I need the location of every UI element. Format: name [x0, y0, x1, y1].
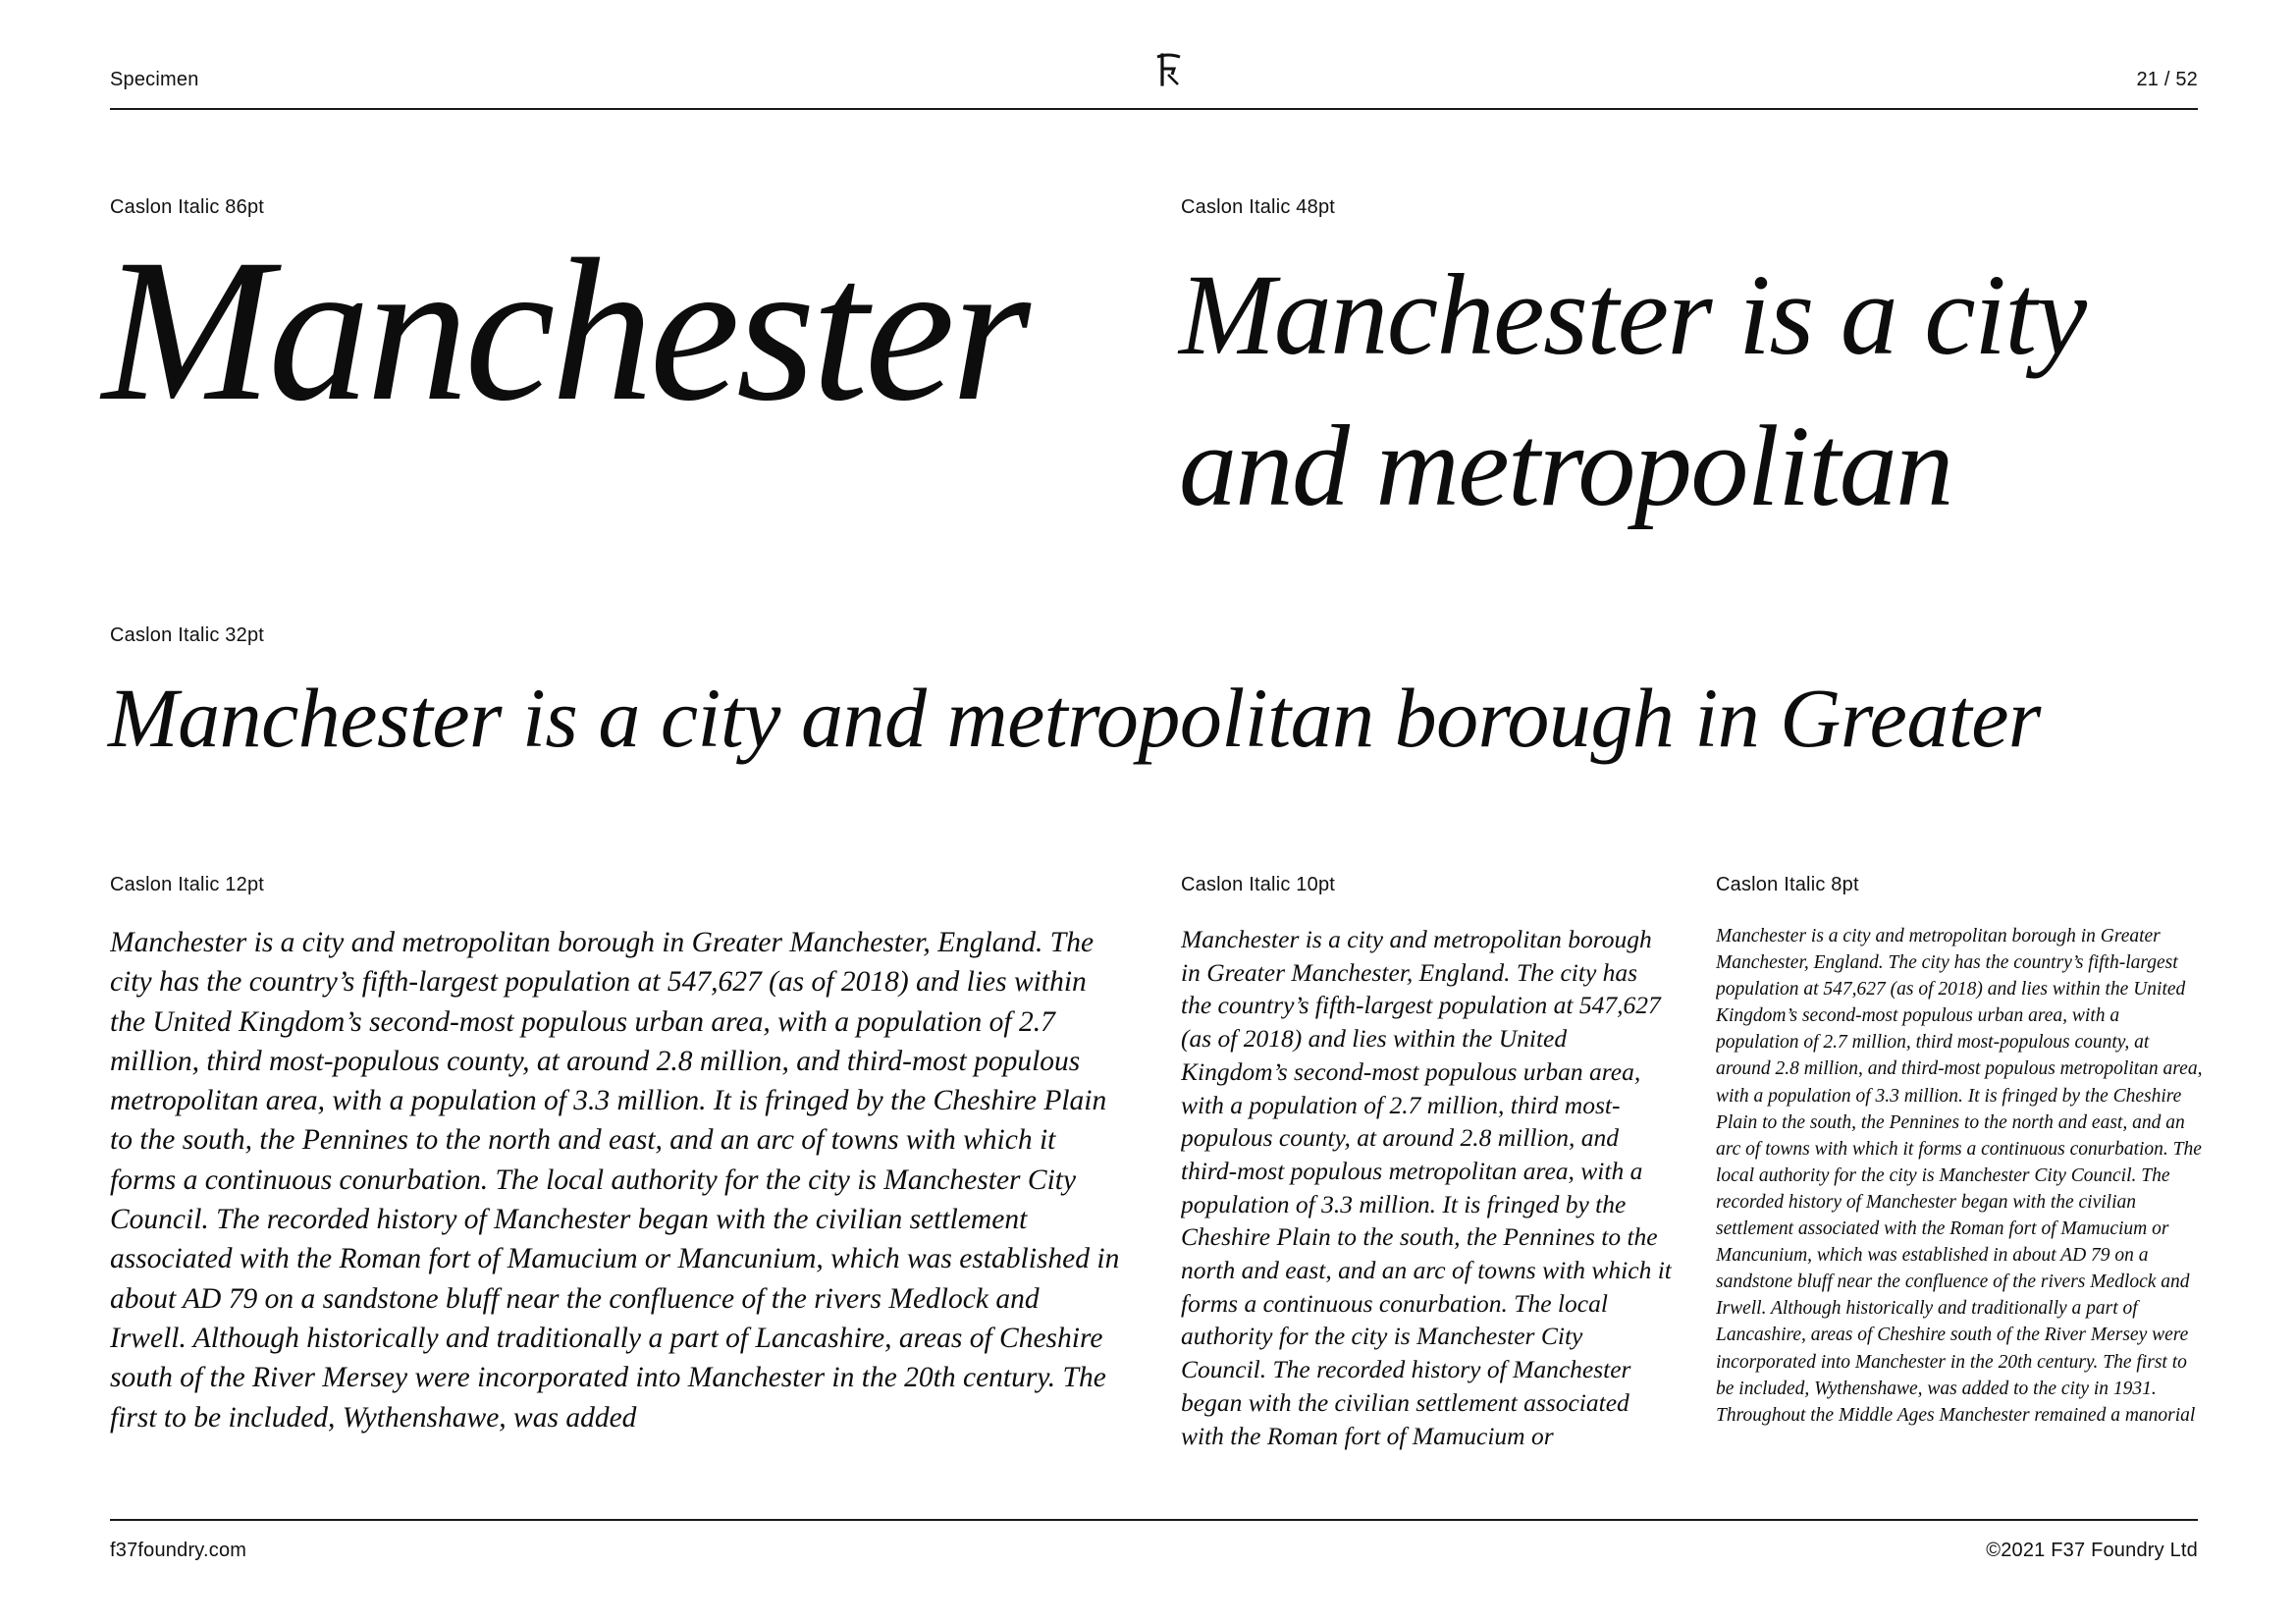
footer-copyright: ©2021 F37 Foundry Ltd	[1986, 1540, 2198, 1561]
specimen-sample-12pt: Manchester is a city and metropolitan bo…	[110, 927, 1120, 1434]
f37-logo-icon	[1148, 51, 1188, 90]
specimen-sample-32pt: Manchester is a city and metropolitan bo…	[108, 671, 2041, 765]
section-title: Specimen	[110, 69, 199, 90]
specimen-label-32pt: Caslon Italic 32pt	[110, 624, 265, 646]
footer-website: f37foundry.com	[110, 1540, 247, 1561]
page-indicator: 21 / 52	[2136, 69, 2198, 90]
specimen-label-12pt: Caslon Italic 12pt	[110, 874, 265, 895]
specimen-label-8pt: Caslon Italic 8pt	[1716, 874, 1859, 895]
specimen-sample-86pt: Manchester	[102, 217, 1031, 443]
specimen-sample-8pt: Manchester is a city and metropolitan bo…	[1716, 926, 2203, 1426]
specimen-page: Specimen 21 / 52 Caslon Italic 86pt Manc…	[0, 0, 2296, 1623]
specimen-label-86pt: Caslon Italic 86pt	[110, 196, 265, 218]
header-divider	[110, 108, 2198, 110]
specimen-label-48pt: Caslon Italic 48pt	[1181, 196, 1336, 218]
specimen-sample-48pt: Manchester is a city and metropolitan	[1179, 250, 2087, 530]
specimen-label-10pt: Caslon Italic 10pt	[1181, 874, 1336, 895]
specimen-sample-10pt: Manchester is a city and metropolitan bo…	[1181, 925, 1672, 1450]
footer-divider	[110, 1519, 2198, 1521]
